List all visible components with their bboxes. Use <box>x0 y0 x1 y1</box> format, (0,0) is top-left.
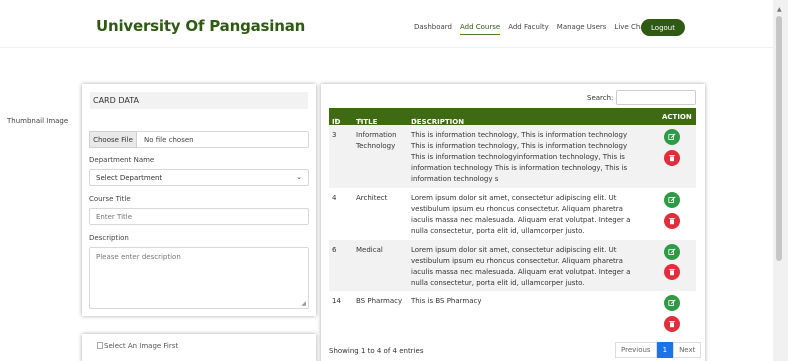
trash-icon <box>669 321 675 328</box>
course-title-label: Course Title <box>89 195 131 203</box>
pagination-previous[interactable]: Previous <box>615 342 657 358</box>
department-label: Department Name <box>89 156 155 164</box>
nav-add-course[interactable]: Add Course <box>459 23 501 35</box>
delete-button[interactable] <box>664 316 680 332</box>
image-preview-card: Select An Image First <box>82 334 316 361</box>
trash-icon <box>669 155 675 162</box>
nav-manage-users[interactable]: Manage Users <box>557 23 607 35</box>
broken-image-icon <box>97 342 103 349</box>
table-row: 14 BS Pharmacy This is BS Pharmacy <box>329 291 696 336</box>
course-title-input[interactable] <box>89 208 309 225</box>
row-description: Lorem ipsum dolor sit amet, consectetur … <box>411 194 631 235</box>
nav-add-faculty[interactable]: Add Faculty <box>508 23 549 35</box>
search-label: Search: <box>587 94 614 102</box>
department-select[interactable]: Select Department ⌄ <box>89 169 309 186</box>
table-row: 6 Medical Lorem ipsum dolor sit amet, co… <box>329 240 696 291</box>
card-data-header: CARD DATA <box>90 92 308 109</box>
navbar: University Of Pangasinan Dashboard Add C… <box>0 0 773 48</box>
edit-icon <box>668 133 676 140</box>
row-description: This is information technology, This is … <box>411 131 628 183</box>
edit-icon <box>668 196 676 203</box>
pagination: Previous 1 Next <box>615 342 702 358</box>
row-title: BS Pharmacy <box>356 297 403 305</box>
department-select-value: Select Department <box>96 174 163 182</box>
nav-links: Dashboard Add Course Add Faculty Manage … <box>414 23 647 35</box>
row-description: Lorem ipsum dolor sit amet, consectetur … <box>411 246 631 287</box>
table-info: Showing 1 to 4 of 4 entries <box>329 347 424 355</box>
pagination-page-1[interactable]: 1 <box>656 342 674 358</box>
choose-file-button[interactable]: Choose File <box>89 131 137 148</box>
description-label: Description <box>89 234 129 242</box>
row-title: Medical <box>356 246 383 254</box>
pagination-next[interactable]: Next <box>673 342 702 358</box>
delete-button[interactable] <box>664 264 680 280</box>
row-description: This is BS Pharmacy <box>411 297 482 305</box>
row-id: 14 <box>332 297 341 305</box>
edit-button[interactable] <box>664 295 680 311</box>
row-id: 3 <box>332 131 337 139</box>
image-preview-alt-text: Select An Image First <box>104 342 179 350</box>
brand-title[interactable]: University Of Pangasinan <box>96 17 305 35</box>
thumbnail-label: Thumbnail Image <box>7 117 69 125</box>
description-placeholder: Please enter description <box>96 253 181 261</box>
delete-button[interactable] <box>664 150 680 166</box>
edit-button[interactable] <box>664 192 680 208</box>
row-title: Information Technology <box>356 131 397 150</box>
row-id: 4 <box>332 194 337 202</box>
table-row: 4 Architect Lorem ipsum dolor sit amet, … <box>329 188 696 240</box>
chevron-down-icon: ⌄ <box>296 173 302 181</box>
row-id: 6 <box>332 246 337 254</box>
column-header-action: ACTION <box>662 113 692 121</box>
table-header: ID ⇅ TITLE ⇅ DESCRIPTION ⇅ ACTION <box>329 108 696 126</box>
no-file-chosen-text: No file chosen <box>144 136 194 144</box>
edit-button[interactable] <box>664 129 680 145</box>
edit-icon <box>668 299 676 306</box>
edit-icon <box>668 248 676 255</box>
scrollbar-thumb[interactable] <box>776 16 782 261</box>
table-row: 3 Information Technology This is informa… <box>329 125 696 188</box>
nav-dashboard[interactable]: Dashboard <box>414 23 452 35</box>
resize-handle-icon[interactable]: ◢ <box>301 300 306 307</box>
row-title: Architect <box>356 194 388 202</box>
edit-button[interactable] <box>664 244 680 260</box>
logout-button[interactable]: Logout <box>641 19 685 36</box>
trash-icon <box>669 218 675 225</box>
scroll-up-arrow-icon[interactable]: ▲ <box>777 6 782 13</box>
trash-icon <box>669 269 675 276</box>
search-input[interactable] <box>616 90 696 105</box>
description-textarea[interactable]: Please enter description ◢ <box>89 247 309 309</box>
delete-button[interactable] <box>664 213 680 229</box>
